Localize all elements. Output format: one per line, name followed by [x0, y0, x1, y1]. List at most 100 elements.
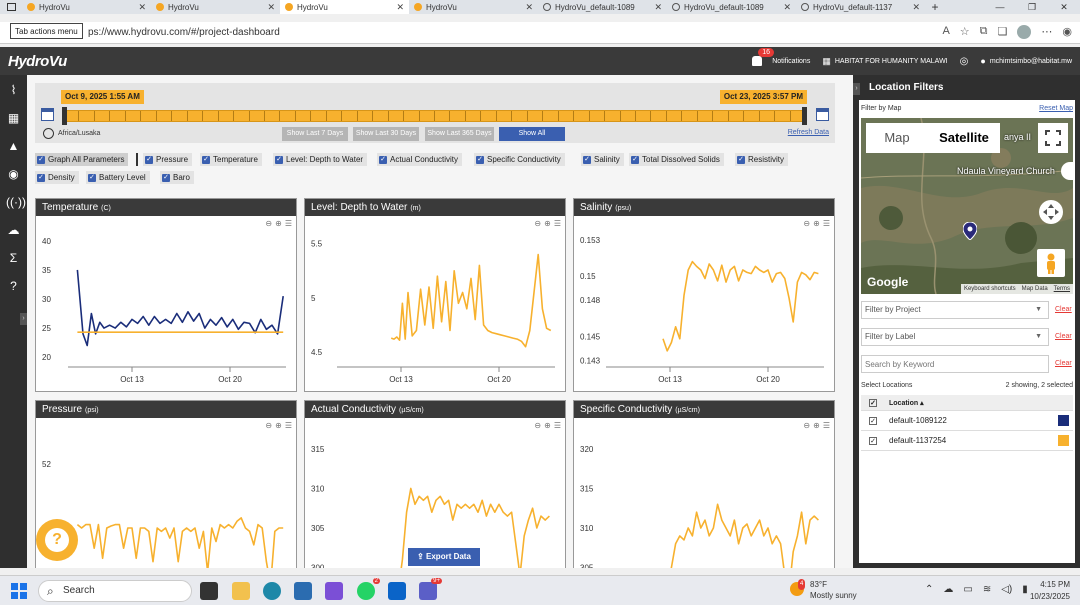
show-last-7-days-button[interactable]: Show Last 7 Days: [282, 127, 348, 141]
clear-keyword-link[interactable]: Clear: [1055, 360, 1072, 367]
location-pin-icon[interactable]: ◉: [6, 167, 21, 182]
param-level-depth[interactable]: ✓ Level: Depth to Water: [273, 153, 368, 166]
row-checkbox[interactable]: ✓: [869, 416, 877, 425]
filter-by-label-select[interactable]: Filter by Label ▼: [861, 328, 1049, 346]
select-all-checkbox[interactable]: ✓: [869, 398, 877, 407]
param-graph-all[interactable]: ✓ Graph All Parameters: [35, 153, 129, 166]
param-salinity[interactable]: ✓ Salinity: [581, 153, 624, 166]
task-view-icon[interactable]: [200, 582, 218, 600]
browser-tab[interactable]: HydroVu ✕: [280, 0, 409, 14]
new-tab-button[interactable]: +: [925, 0, 945, 14]
close-tab-icon[interactable]: ✕: [912, 2, 920, 13]
map-data-link[interactable]: Map Data: [1022, 284, 1048, 294]
browser-tab[interactable]: HydroVu_default-1137 ✕: [796, 0, 925, 14]
fullscreen-button[interactable]: [1038, 123, 1068, 153]
battery-icon[interactable]: ▭: [963, 584, 972, 595]
browser-tab[interactable]: HydroVu ✕: [151, 0, 280, 14]
close-tab-icon[interactable]: ✕: [783, 2, 791, 13]
show-all-button[interactable]: Show All: [499, 127, 565, 141]
nav-expand-button[interactable]: ›: [20, 313, 27, 325]
copilot-icon[interactable]: ◉: [1062, 25, 1072, 39]
alarm-bell-icon[interactable]: ▲: [6, 139, 21, 154]
cloud-icon[interactable]: ☁: [6, 223, 21, 238]
sigma-icon[interactable]: Σ: [6, 251, 21, 266]
satellite-tab[interactable]: Satellite: [928, 123, 1000, 153]
file-explorer-icon[interactable]: [232, 582, 250, 600]
end-range-handle[interactable]: [802, 107, 807, 125]
filter-by-project-select[interactable]: Filter by Project ▼: [861, 301, 1049, 319]
url-field[interactable]: ps://www.hydrovu.com/#/project-dashboard: [88, 27, 280, 38]
pan-control[interactable]: [1039, 200, 1063, 224]
notifications-button[interactable]: 16 Notifications: [752, 48, 810, 66]
store-icon[interactable]: [325, 582, 343, 600]
map-info-control[interactable]: [1061, 162, 1073, 180]
onedrive-cloud-icon[interactable]: ☁: [943, 584, 953, 595]
chart-plot[interactable]: 315 310 305 300: [305, 419, 565, 568]
collections-icon[interactable]: ❏: [998, 25, 1008, 39]
param-battery-level[interactable]: ✓ Battery Level: [86, 171, 150, 184]
favorite-star-icon[interactable]: ☆: [960, 25, 970, 39]
battery-status-icon[interactable]: ▮: [1022, 584, 1028, 595]
refresh-data-link[interactable]: Refresh Data: [788, 129, 829, 136]
tab-actions-button[interactable]: [0, 0, 22, 14]
close-tab-icon[interactable]: ✕: [138, 2, 146, 13]
param-pressure[interactable]: ✓ Pressure: [143, 153, 193, 166]
graph-icon[interactable]: ⌇: [6, 83, 21, 98]
table-row[interactable]: ✓ default-1137254: [861, 431, 1073, 451]
hydrovu-logo[interactable]: HydroVu: [8, 53, 67, 70]
whatsapp-icon[interactable]: 2: [357, 578, 380, 600]
param-actual-conductivity[interactable]: ✓ Actual Conductivity: [377, 153, 463, 166]
chart-plot[interactable]: 0.153 0.15 0.148 0.145 0.143 Oct 13 Oct 20: [574, 217, 834, 391]
help-chat-button[interactable]: ?: [36, 519, 78, 561]
taskbar-clock[interactable]: 4:15 PM 10/23/2025: [1030, 579, 1070, 603]
show-last-30-days-button[interactable]: Show Last 30 Days: [353, 127, 419, 141]
clear-label-link[interactable]: Clear: [1055, 333, 1072, 340]
street-view-control[interactable]: [1037, 249, 1065, 277]
location-column-header[interactable]: Location ▴: [889, 399, 924, 407]
user-menu[interactable]: ● mchimtsimbo@habitat.mw: [980, 56, 1072, 66]
chart-plot[interactable]: 5.5 5 4.5 Oct 13 Oct 20: [305, 217, 565, 391]
param-baro[interactable]: ✓ Baro: [160, 171, 194, 184]
chevron-up-icon[interactable]: ⌃: [925, 584, 933, 595]
table-row[interactable]: ✓ default-1089122: [861, 411, 1073, 431]
close-tab-icon[interactable]: ✕: [267, 2, 275, 13]
browser-tab[interactable]: HydroVu_default-1089 ✕: [538, 0, 667, 14]
param-temperature[interactable]: ✓ Temperature: [200, 153, 262, 166]
terms-link[interactable]: Terms: [1054, 284, 1070, 294]
close-tab-icon[interactable]: ✕: [654, 2, 662, 13]
read-aloud-icon[interactable]: A: [942, 25, 949, 39]
edge-browser-icon[interactable]: [263, 582, 281, 600]
chart-plot[interactable]: 320 315 310 305: [574, 419, 834, 568]
taskbar-search[interactable]: Search: [38, 580, 192, 602]
close-tab-icon[interactable]: ✕: [525, 2, 533, 13]
start-range-handle[interactable]: [62, 107, 67, 125]
browser-tab[interactable]: HydroVu_default-1089 ✕: [667, 0, 796, 14]
clear-project-link[interactable]: Clear: [1055, 306, 1072, 313]
time-range-track[interactable]: [63, 110, 805, 122]
satellite-map[interactable]: Map Satellite anya II Ndaula Vineyard Ch…: [861, 118, 1073, 294]
settings-icon[interactable]: ◎: [960, 56, 969, 67]
telemetry-icon[interactable]: ((·)): [6, 195, 26, 210]
close-tab-icon[interactable]: ✕: [396, 2, 404, 13]
reset-map-link[interactable]: Reset Map: [1039, 105, 1073, 112]
search-keyword-input[interactable]: [861, 355, 1049, 373]
param-resistivity[interactable]: ✓ Resistivity: [735, 153, 789, 166]
profile-avatar[interactable]: [1017, 25, 1032, 39]
browser-tab[interactable]: HydroVu ✕: [22, 0, 151, 14]
help-icon[interactable]: ?: [6, 279, 21, 294]
export-data-button[interactable]: ⇪ Export Data: [408, 548, 480, 566]
more-menu-icon[interactable]: ⋯: [1041, 25, 1052, 39]
start-calendar-icon[interactable]: [41, 108, 54, 121]
keyboard-shortcuts-link[interactable]: Keyboard shortcuts: [964, 284, 1016, 294]
volume-icon[interactable]: ◁): [1001, 584, 1012, 595]
param-density[interactable]: ✓ Density: [35, 171, 79, 184]
windows-start-icon[interactable]: [11, 583, 27, 599]
extensions-icon[interactable]: ⧉: [980, 25, 988, 39]
show-last-365-days-button[interactable]: Show Last 365 Days: [425, 127, 494, 141]
close-window-button[interactable]: ✕: [1048, 0, 1080, 14]
location-pin-marker[interactable]: [963, 222, 977, 240]
dashboard-icon[interactable]: ▦: [6, 111, 21, 126]
map-tab[interactable]: Map: [866, 123, 928, 153]
mail-icon[interactable]: [388, 582, 406, 600]
wifi-icon[interactable]: ≋: [983, 584, 991, 595]
